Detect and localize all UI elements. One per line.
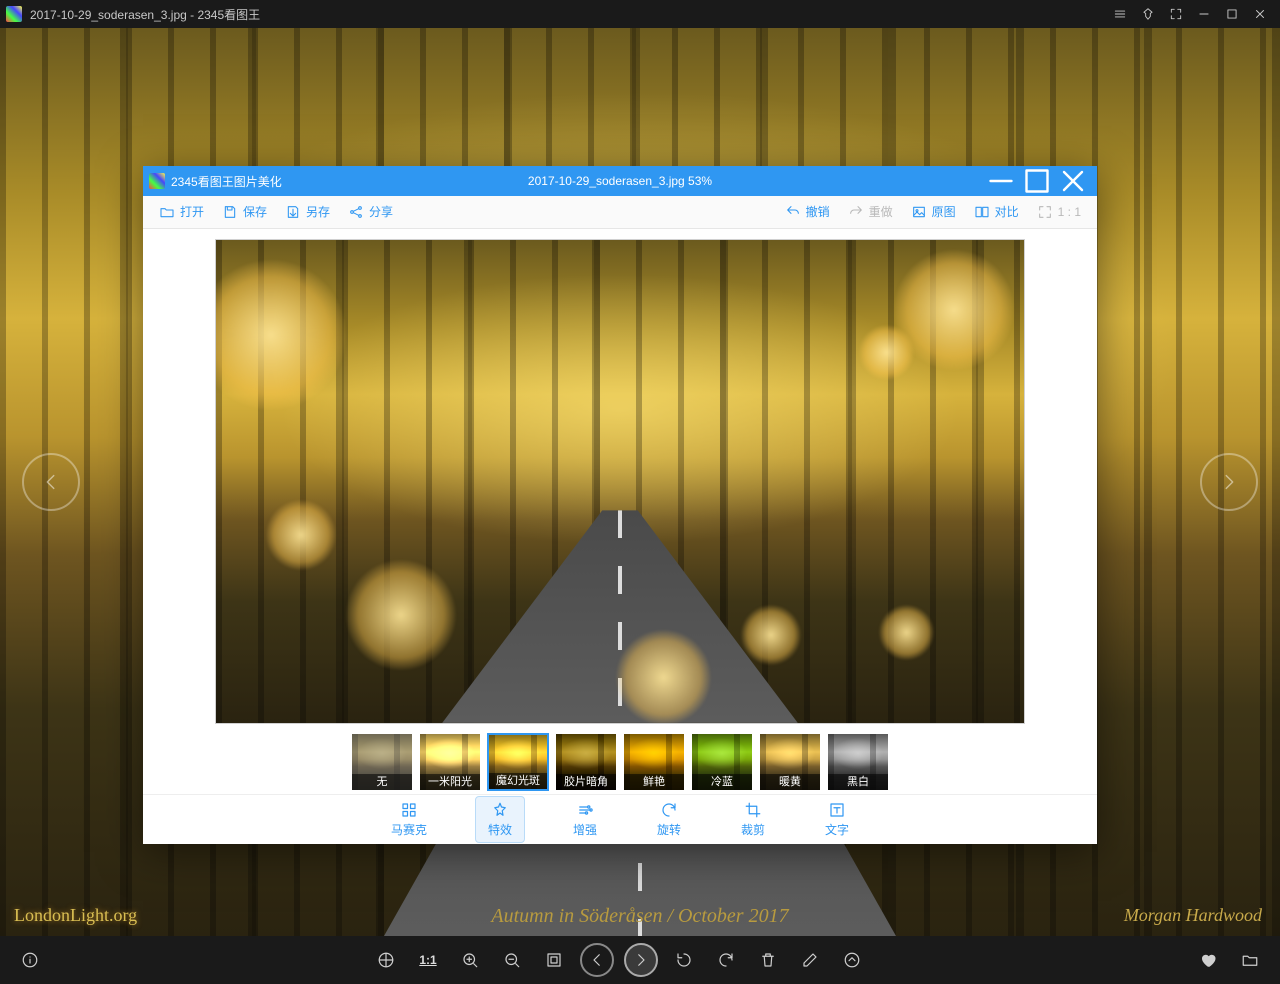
editor-maximize-icon[interactable]	[1019, 166, 1055, 196]
main-titlebar: 2017-10-29_soderasen_3.jpg - 2345看图王	[0, 0, 1280, 28]
rotate-right-icon[interactable]	[710, 944, 742, 976]
rotate-left-icon[interactable]	[668, 944, 700, 976]
effect-thumb-0[interactable]: 无	[351, 733, 413, 791]
thumb-label: 无	[352, 774, 412, 790]
watermark-br: Morgan Hardwood	[1124, 905, 1262, 926]
editor-titlebar[interactable]: 2345看图王图片美化 2017-10-29_soderasen_3.jpg 5…	[143, 166, 1097, 196]
fullscreen-icon[interactable]	[1162, 0, 1190, 28]
fit-screen-icon[interactable]	[538, 944, 570, 976]
pin-icon[interactable]	[1134, 0, 1162, 28]
more-icon[interactable]	[836, 944, 868, 976]
maximize-icon[interactable]	[1218, 0, 1246, 28]
effect-thumb-4[interactable]: 鲜艳	[623, 733, 685, 791]
minimize-icon[interactable]	[1190, 0, 1218, 28]
undo-button[interactable]: 撤销	[779, 200, 836, 223]
watermark-bl: LondonLight.org	[14, 905, 137, 926]
saveas-button[interactable]: 另存	[279, 200, 336, 223]
effect-thumb-5[interactable]: 冷蓝	[691, 733, 753, 791]
tab-label: 马赛克	[391, 821, 427, 838]
editor-tool-tabs: 马赛克 特效 增强 旋转 裁剪 文字	[143, 794, 1097, 844]
thumb-label: 黑白	[828, 774, 888, 790]
editor-minimize-icon[interactable]	[983, 166, 1019, 196]
editor-dialog: 2345看图王图片美化 2017-10-29_soderasen_3.jpg 5…	[143, 166, 1097, 844]
editor-canvas	[143, 229, 1097, 728]
save-button[interactable]: 保存	[216, 200, 273, 223]
effect-thumb-3[interactable]: 胶片暗角	[555, 733, 617, 791]
onetoone-button[interactable]: 1 : 1	[1031, 201, 1087, 223]
tab-enhance[interactable]: 增强	[561, 797, 609, 842]
actual-size-button[interactable]: 1:1	[412, 944, 444, 976]
tab-label: 增强	[573, 821, 597, 838]
zoom-in-icon[interactable]	[454, 944, 486, 976]
redo-button[interactable]: 重做	[842, 200, 899, 223]
caption-center: Autumn in Söderåsen / October 2017	[491, 905, 788, 928]
thumb-label: 胶片暗角	[556, 774, 616, 790]
tab-crop[interactable]: 裁剪	[729, 797, 777, 842]
editor-preview-image[interactable]	[215, 239, 1025, 724]
editor-app-icon	[149, 173, 165, 189]
tab-mosaic[interactable]: 马赛克	[379, 797, 439, 842]
menu-icon[interactable]	[1106, 0, 1134, 28]
effect-thumb-1[interactable]: 一米阳光	[419, 733, 481, 791]
next-button[interactable]	[624, 943, 658, 977]
zoom-out-icon[interactable]	[496, 944, 528, 976]
effect-thumb-2[interactable]: 魔幻光斑	[487, 733, 549, 791]
effect-thumb-6[interactable]: 暖黄	[759, 733, 821, 791]
thumb-label: 鲜艳	[624, 774, 684, 790]
tab-effect[interactable]: 特效	[475, 796, 525, 843]
prev-image-button[interactable]	[22, 453, 80, 511]
next-image-button[interactable]	[1200, 453, 1258, 511]
favorite-icon[interactable]	[1192, 944, 1224, 976]
editor-title: 2345看图王图片美化	[171, 173, 282, 190]
tab-rotate[interactable]: 旋转	[645, 797, 693, 842]
prev-button[interactable]	[580, 943, 614, 977]
close-icon[interactable]	[1246, 0, 1274, 28]
effect-thumb-7[interactable]: 黑白	[827, 733, 889, 791]
image-viewport: LondonLight.org Autumn in Söderåsen / Oc…	[0, 28, 1280, 936]
thumb-label: 一米阳光	[420, 774, 480, 790]
editor-filename: 2017-10-29_soderasen_3.jpg 53%	[528, 174, 712, 188]
info-icon[interactable]	[14, 944, 46, 976]
effect-thumbnails: 无一米阳光魔幻光斑胶片暗角鲜艳冷蓝暖黄黑白	[143, 728, 1097, 794]
open-button[interactable]: 打开	[153, 200, 210, 223]
tab-label: 文字	[825, 821, 849, 838]
bottom-toolbar: 1:1	[0, 936, 1280, 984]
tab-label: 特效	[488, 821, 512, 838]
app-icon	[6, 6, 22, 22]
compare-button[interactable]: 对比	[968, 200, 1025, 223]
thumb-label: 暖黄	[760, 774, 820, 790]
window-title: 2017-10-29_soderasen_3.jpg - 2345看图王	[30, 6, 260, 23]
share-button[interactable]: 分享	[342, 200, 399, 223]
thumb-label: 冷蓝	[692, 774, 752, 790]
slideshow-icon[interactable]	[370, 944, 402, 976]
editor-toolbar: 打开 保存 另存 分享 撤销 重做 原图 对比 1 : 1	[143, 196, 1097, 229]
original-button[interactable]: 原图	[905, 200, 962, 223]
editor-close-icon[interactable]	[1055, 166, 1091, 196]
thumb-label: 魔幻光斑	[489, 773, 547, 789]
edit-icon[interactable]	[794, 944, 826, 976]
delete-icon[interactable]	[752, 944, 784, 976]
tab-text[interactable]: 文字	[813, 797, 861, 842]
tab-label: 裁剪	[741, 821, 765, 838]
open-folder-icon[interactable]	[1234, 944, 1266, 976]
tab-label: 旋转	[657, 821, 681, 838]
